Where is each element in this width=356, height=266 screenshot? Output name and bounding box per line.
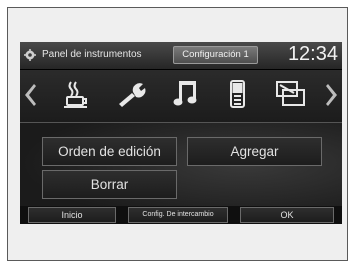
wrench-icon[interactable] [113, 76, 149, 112]
instrument-panel-screen: Panel de instrumentos Configuración 1 12… [20, 42, 342, 224]
edit-order-button[interactable]: Orden de edición [42, 137, 177, 166]
clock: 12:34 [287, 43, 338, 65]
gear-icon [24, 49, 36, 61]
swap-config-button[interactable]: Config. De intercambio [128, 207, 228, 223]
add-button[interactable]: Agregar [187, 137, 322, 166]
music-note-icon[interactable] [168, 76, 204, 112]
top-bar: Panel de instrumentos Configuración 1 12… [20, 42, 342, 70]
home-button[interactable]: Inicio [28, 207, 116, 223]
icon-carousel [20, 70, 342, 123]
chevron-left-icon[interactable] [22, 81, 38, 109]
display-screen-icon[interactable] [272, 76, 308, 112]
delete-button[interactable]: Borrar [42, 170, 177, 199]
bottom-bar: Inicio Config. De intercambio OK [20, 206, 342, 224]
tab-settings[interactable]: Configuración 1 [173, 46, 258, 64]
phone-icon[interactable] [220, 76, 256, 112]
coffee-cup-icon[interactable] [58, 76, 94, 112]
chevron-right-icon[interactable] [324, 81, 340, 109]
page-title: Panel de instrumentos [42, 49, 142, 60]
ok-button[interactable]: OK [240, 207, 334, 223]
